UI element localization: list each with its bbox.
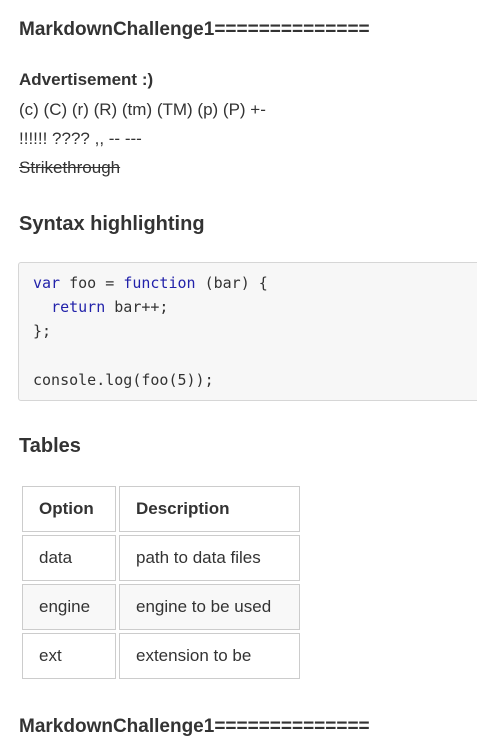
table-header-cell: Option [22, 486, 116, 532]
table-cell: engine to be used [119, 584, 300, 630]
table-header-cell: Description [119, 486, 300, 532]
strikethrough-text: Strikethrough [19, 158, 121, 177]
page-title: MarkdownChallenge1============== [19, 19, 370, 40]
table-cell: extension to be [119, 633, 300, 679]
options-table: Option Description data path to data fil… [19, 483, 303, 682]
syntax-highlighting-heading: Syntax highlighting [19, 213, 205, 235]
typographer-line-1: (c) (C) (r) (R) (tm) (TM) (p) (P) +- [19, 100, 266, 119]
code-line-1: var foo = function (bar) { [33, 274, 268, 292]
table-row: data path to data files [22, 535, 300, 581]
code-text: bar++; [105, 298, 169, 316]
bottom-heading: MarkdownChallenge1============== [19, 716, 370, 737]
code-keyword: var [33, 274, 61, 292]
table-row: engine engine to be used [22, 584, 300, 630]
table-cell: ext [22, 633, 116, 679]
code-line-3: }; [33, 322, 52, 340]
tables-heading: Tables [19, 435, 81, 457]
code-text: (bar) { [195, 274, 268, 292]
code-line-2: return bar++; [33, 298, 168, 316]
table-row: ext extension to be [22, 633, 300, 679]
code-keyword: function [123, 274, 196, 292]
code-keyword: return [51, 298, 106, 316]
typographer-line-2: !!!!!! ???? ,, -- --- [19, 129, 142, 148]
table-cell: engine [22, 584, 116, 630]
code-line-5: console.log(foo(5)); [33, 371, 214, 389]
table-cell: path to data files [119, 535, 300, 581]
code-block: var foo = function (bar) { return bar++;… [18, 262, 477, 401]
advertisement-heading: Advertisement :) [19, 70, 154, 89]
table-cell: data [22, 535, 116, 581]
table-header-row: Option Description [22, 486, 300, 532]
code-text: foo = [60, 274, 124, 292]
